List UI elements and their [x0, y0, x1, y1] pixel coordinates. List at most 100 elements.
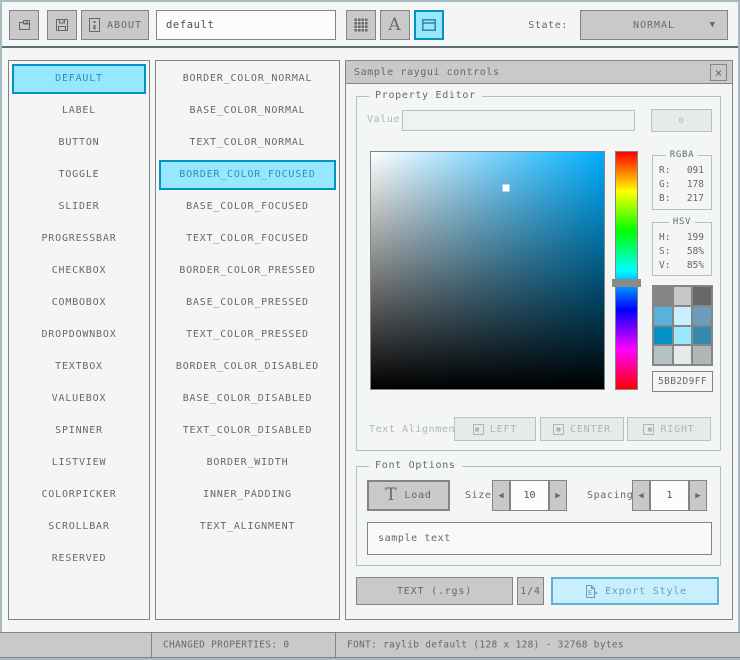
list-item-border_color_normal[interactable]: BORDER_COLOR_NORMAL	[159, 64, 336, 94]
export-style-button[interactable]: E Export Style	[551, 577, 719, 605]
value-input[interactable]	[402, 110, 635, 131]
color-swatch[interactable]	[654, 326, 672, 345]
v-value: 85%	[686, 260, 704, 271]
size-value: 10	[523, 490, 536, 501]
list-item-dropdownbox[interactable]: DROPDOWNBOX	[12, 320, 146, 350]
color-swatch[interactable]	[693, 306, 711, 325]
size-value-box[interactable]: 10	[510, 480, 549, 511]
font-settings-button[interactable]: A	[380, 10, 410, 40]
hex-value: 5BB2D9FF	[658, 376, 707, 387]
list-item-border_color_disabled[interactable]: BORDER_COLOR_DISABLED	[159, 352, 336, 382]
open-style-button[interactable]	[9, 10, 39, 40]
list-item-label[interactable]: LABEL	[12, 96, 146, 126]
value-apply-button[interactable]: 0	[651, 109, 712, 132]
page-indicator: 1/4	[517, 577, 544, 605]
list-item-progressbar[interactable]: PROGRESSBAR	[12, 224, 146, 254]
value-apply-button-label: 0	[678, 116, 685, 125]
rguistyler-window: ABOUT A State: NORMAL ▼ DEFAULTLABELBUTT…	[0, 0, 740, 660]
font-load-button[interactable]: T Load	[367, 480, 450, 511]
color-swatch[interactable]	[673, 306, 692, 325]
spacing-decrement-button[interactable]: ◀	[632, 480, 650, 511]
color-swatch[interactable]	[673, 287, 692, 305]
arrow-right-icon: ▶	[555, 490, 561, 501]
list-item-textbox[interactable]: TEXTBOX	[12, 352, 146, 382]
color-swatch[interactable]	[654, 346, 672, 364]
list-item-scrollbar[interactable]: SCROLLBAR	[12, 512, 146, 542]
list-item-text_alignment[interactable]: TEXT_ALIGNMENT	[159, 512, 336, 542]
list-item-text_color_disabled[interactable]: TEXT_COLOR_DISABLED	[159, 416, 336, 446]
list-item-text_color_focused[interactable]: TEXT_COLOR_FOCUSED	[159, 224, 336, 254]
spacing-value-box[interactable]: 1	[650, 480, 689, 511]
list-item-base_color_focused[interactable]: BASE_COLOR_FOCUSED	[159, 192, 336, 222]
about-button[interactable]: ABOUT	[81, 10, 149, 40]
b-label: B:	[659, 193, 671, 204]
list-item-slider[interactable]: SLIDER	[12, 192, 146, 222]
spacing-increment-button[interactable]: ▶	[689, 480, 707, 511]
hue-slider-handle[interactable]	[612, 279, 641, 287]
list-item-border_width[interactable]: BORDER_WIDTH	[159, 448, 336, 478]
list-item-reserved[interactable]: RESERVED	[12, 544, 146, 574]
rgba-g-row: G: 178	[653, 178, 711, 192]
list-item-base_color_normal[interactable]: BASE_COLOR_NORMAL	[159, 96, 336, 126]
align-right-icon	[643, 423, 655, 435]
align-right-button[interactable]: RIGHT	[627, 417, 711, 441]
list-item-default[interactable]: DEFAULT	[12, 64, 146, 94]
list-item-border_color_focused[interactable]: BORDER_COLOR_FOCUSED	[159, 160, 336, 190]
close-button[interactable]: ×	[710, 64, 727, 81]
color-swatch[interactable]	[654, 287, 672, 305]
statusbar: CHANGED PROPERTIES: 0 FONT: raylib defau…	[0, 632, 740, 658]
export-style-label: Export Style	[605, 585, 687, 597]
page-indicator-label: 1/4	[520, 585, 541, 597]
align-left-label: LEFT	[489, 423, 518, 435]
state-dropdown[interactable]: NORMAL ▼	[580, 10, 728, 40]
color-swatch[interactable]	[693, 287, 711, 305]
color-swatch[interactable]	[693, 346, 711, 364]
list-item-spinner[interactable]: SPINNER	[12, 416, 146, 446]
property-editor-legend: Property Editor	[369, 90, 482, 101]
toolbar-divider	[2, 46, 738, 48]
align-left-button[interactable]: LEFT	[454, 417, 536, 441]
export-format-button[interactable]: TEXT (.rgs)	[356, 577, 513, 605]
size-decrement-button[interactable]: ◀	[492, 480, 510, 511]
sample-text-box[interactable]: sample text	[367, 522, 712, 555]
sample-window: Sample raygui controls × Property Editor…	[345, 60, 733, 620]
save-style-button[interactable]	[47, 10, 77, 40]
color-swatch[interactable]	[693, 326, 711, 345]
color-picker-cursor[interactable]	[502, 184, 510, 192]
list-item-button[interactable]: BUTTON	[12, 128, 146, 158]
list-item-valuebox[interactable]: VALUEBOX	[12, 384, 146, 414]
color-picker-area[interactable]	[370, 151, 605, 390]
list-item-base_color_disabled[interactable]: BASE_COLOR_DISABLED	[159, 384, 336, 414]
list-item-combobox[interactable]: COMBOBOX	[12, 288, 146, 318]
style-name-input[interactable]	[156, 10, 336, 40]
sample-window-toggle-button[interactable]	[414, 10, 444, 40]
list-item-listview[interactable]: LISTVIEW	[12, 448, 146, 478]
size-increment-button[interactable]: ▶	[549, 480, 567, 511]
list-item-text_color_pressed[interactable]: TEXT_COLOR_PRESSED	[159, 320, 336, 350]
export-file-icon: E	[586, 584, 599, 598]
rgba-legend: RGBA	[665, 150, 699, 160]
spacing-value: 1	[666, 490, 673, 501]
hue-slider-bar[interactable]	[612, 151, 641, 390]
color-swatch[interactable]	[673, 326, 692, 345]
color-swatch[interactable]	[654, 306, 672, 325]
hsv-h-row: H: 199	[653, 231, 711, 245]
list-item-colorpicker[interactable]: COLORPICKER	[12, 480, 146, 510]
list-item-base_color_pressed[interactable]: BASE_COLOR_PRESSED	[159, 288, 336, 318]
list-item-text_color_normal[interactable]: TEXT_COLOR_NORMAL	[159, 128, 336, 158]
rgba-b-row: B: 217	[653, 192, 711, 206]
svg-text:E: E	[588, 589, 593, 597]
grid-view-button[interactable]	[346, 10, 376, 40]
color-swatch[interactable]	[673, 346, 692, 364]
sample-text: sample text	[378, 533, 451, 544]
list-item-checkbox[interactable]: CHECKBOX	[12, 256, 146, 286]
align-center-button[interactable]: CENTER	[540, 417, 624, 441]
list-item-inner_padding[interactable]: INNER_PADDING	[159, 480, 336, 510]
sample-window-titlebar[interactable]: Sample raygui controls ×	[346, 61, 732, 84]
list-item-border_color_pressed[interactable]: BORDER_COLOR_PRESSED	[159, 256, 336, 286]
list-item-toggle[interactable]: TOGGLE	[12, 160, 146, 190]
hex-value-box[interactable]: 5BB2D9FF	[652, 371, 713, 392]
window-icon	[421, 18, 436, 31]
hsv-group: HSV H: 199 S: 58% V: 85%	[652, 217, 712, 276]
grid-dots-icon	[354, 18, 368, 32]
